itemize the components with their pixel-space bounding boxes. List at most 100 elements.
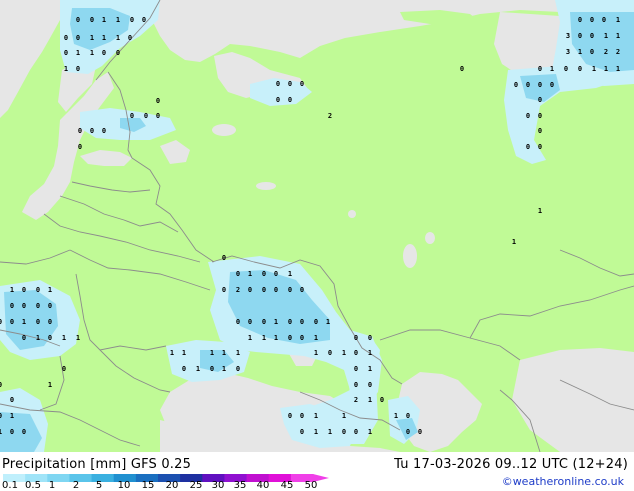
precip-value: 1 xyxy=(578,48,582,56)
precip-value: 0 xyxy=(300,428,304,436)
precip-value: 0 xyxy=(262,286,266,294)
precip-value: 1 xyxy=(62,334,66,342)
precip-value: 1 xyxy=(538,207,542,215)
variable-label: Precipitation [mm] xyxy=(2,457,127,472)
precip-value: 0 xyxy=(76,34,80,42)
precip-value: 1 xyxy=(274,318,278,326)
precip-value: 0 xyxy=(514,81,518,89)
precip-value: 1 xyxy=(102,34,106,42)
lake xyxy=(425,232,435,244)
precip-value: 1 xyxy=(604,32,608,40)
precip-value: 0 xyxy=(526,143,530,151)
precip-value: 0 xyxy=(156,97,160,105)
valid-time: Tu 17-03-2026 09..12 UTC (12+24) xyxy=(394,457,628,472)
colorbar-tick-label: 50 xyxy=(304,480,318,491)
colorbar-tick-label: 5 xyxy=(95,480,103,491)
precip-value: 2 xyxy=(328,112,332,120)
precip-value: 2 xyxy=(236,286,240,294)
precip-value: 0 xyxy=(538,81,542,89)
precip-value: 0 xyxy=(130,112,134,120)
precip-value: 0 xyxy=(76,65,80,73)
colorbar-tick-label: 15 xyxy=(141,480,155,491)
precip-value: 0 xyxy=(602,16,606,24)
precip-value: 0 xyxy=(342,428,346,436)
precip-value: 1 xyxy=(368,365,372,373)
precip-value: 0 xyxy=(526,112,530,120)
precip-value: 0 xyxy=(288,286,292,294)
precip-value: 0 xyxy=(102,49,106,57)
precip-value: 1 xyxy=(102,16,106,24)
lake xyxy=(403,244,417,268)
precip-value: 0 xyxy=(538,65,542,73)
precip-value: 1 xyxy=(90,34,94,42)
precip-value: 0 xyxy=(142,16,146,24)
precip-value: 0 xyxy=(236,270,240,278)
precip-value: 0 xyxy=(590,48,594,56)
precip-value: 0 xyxy=(460,65,464,73)
precip-value: 1 xyxy=(368,396,372,404)
precip-value: 0 xyxy=(22,334,26,342)
precip-value: 1 xyxy=(394,412,398,420)
precip-value: 1 xyxy=(210,349,214,357)
precip-value: 2 xyxy=(616,48,620,56)
precip-value: 1 xyxy=(48,381,52,389)
colorbar-tick-label: 20 xyxy=(165,480,179,491)
precip-value: 1 xyxy=(262,334,266,342)
precip-value: 0 xyxy=(36,302,40,310)
precip-value: 0 xyxy=(36,286,40,294)
precip-value: 0 xyxy=(368,334,372,342)
precip-value: 1 xyxy=(592,65,596,73)
precip-value: 0 xyxy=(248,286,252,294)
precip-value: 1 xyxy=(314,334,318,342)
credit-link[interactable]: ©weatheronline.co.uk xyxy=(502,475,624,488)
precip-value: 1 xyxy=(368,428,372,436)
precip-value: 2 xyxy=(354,396,358,404)
precip-value: 0 xyxy=(78,127,82,135)
precip-value: 0 xyxy=(22,302,26,310)
precip-value: 0 xyxy=(406,412,410,420)
precip-value: 1 xyxy=(512,238,516,246)
precip-value: 0 xyxy=(274,286,278,294)
precip-value: 0 xyxy=(0,381,2,389)
precip-value: 0 xyxy=(10,428,14,436)
precip-value: 0 xyxy=(380,396,384,404)
precip-value: 0 xyxy=(288,80,292,88)
precip-value: 1 xyxy=(222,365,226,373)
precip-value: 0 xyxy=(90,127,94,135)
precip-value: 1 xyxy=(248,334,252,342)
precip-value: 0 xyxy=(288,412,292,420)
precip-value: 0 xyxy=(538,143,542,151)
precip-value: 0 xyxy=(538,112,542,120)
precip-value: 0 xyxy=(76,16,80,24)
colorbar-tick-label: 40 xyxy=(256,480,270,491)
lake xyxy=(256,182,276,190)
precip-value: 0 xyxy=(590,16,594,24)
legend-panel: Precipitation [mm] GFS 0.25 Tu 17-03-202… xyxy=(0,452,634,491)
precip-value: 0 xyxy=(418,428,422,436)
precip-value: 0 xyxy=(128,34,132,42)
precip-value: 1 xyxy=(170,349,174,357)
precip-value: 1 xyxy=(90,49,94,57)
precip-value: 3 xyxy=(566,48,570,56)
precip-value: 0 xyxy=(590,32,594,40)
precip-value: 0 xyxy=(64,49,68,57)
precip-value: 0 xyxy=(236,318,240,326)
precip-value: 1 xyxy=(36,334,40,342)
precip-value: 1 xyxy=(182,349,186,357)
precip-value: 0 xyxy=(314,318,318,326)
precip-value: 1 xyxy=(236,349,240,357)
colorbar-tick-label: 2 xyxy=(72,480,80,491)
colorbar-tick-label: 35 xyxy=(233,480,247,491)
precip-value: 1 xyxy=(0,428,2,436)
precip-value: 0 xyxy=(10,302,14,310)
precip-value: 1 xyxy=(10,412,14,420)
precip-value: 1 xyxy=(314,412,318,420)
precip-value: 1 xyxy=(222,349,226,357)
colorbar-tick-label: 10 xyxy=(117,480,131,491)
precip-value: 0 xyxy=(300,318,304,326)
precip-value: 1 xyxy=(616,16,620,24)
precip-value: 0 xyxy=(64,34,68,42)
precip-value: 0 xyxy=(10,396,14,404)
precip-value: 0 xyxy=(48,318,52,326)
precip-value: 0 xyxy=(222,254,226,262)
